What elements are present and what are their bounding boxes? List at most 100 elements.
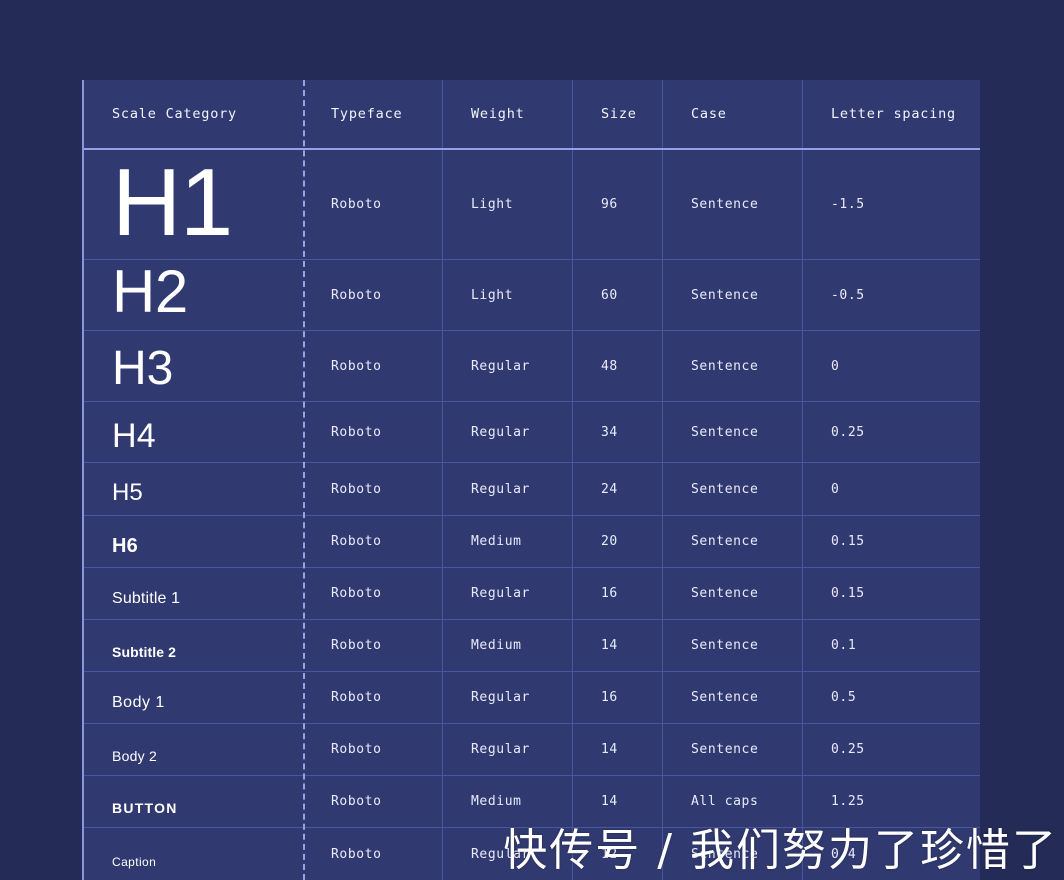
cell-letter-spacing: -0.5 [803,260,980,330]
cell-case: Sentence [663,568,803,619]
cell-case: Sentence [663,620,803,671]
cell-weight: Light [443,150,573,259]
cell-value: 12 [601,846,618,862]
cell-value: Roboto [331,638,382,653]
table-row: BUTTON Roboto Medium 14 All caps 1.25 [84,776,980,828]
cell-value: Sentence [691,534,759,549]
scale-sample-cell: H5 [84,463,303,515]
cell-value: 0.1 [831,638,857,653]
scale-sample-text: H4 [112,417,156,455]
cell-value: Sentence [691,586,759,601]
cell-size: 14 [573,724,663,775]
cell-letter-spacing: 1.25 [803,776,980,827]
cell-value: 60 [601,287,618,303]
column-header-typeface: Typeface [303,80,443,148]
scale-sample-text: H5 [112,479,143,506]
scale-sample-cell: H2 [84,260,303,330]
table-row: Caption Roboto Regular 12 Sentence 0.4 [84,828,980,880]
scale-sample-cell: H6 [84,516,303,567]
cell-letter-spacing: 0.5 [803,672,980,723]
cell-letter-spacing: 0.15 [803,568,980,619]
column-header-scale-category: Scale Category [84,80,303,148]
cell-size: 14 [573,620,663,671]
cell-value: Roboto [331,424,382,440]
cell-value: All caps [691,794,759,809]
cell-typeface: Roboto [303,516,443,567]
cell-size: 48 [573,331,663,401]
cell-weight: Regular [443,568,573,619]
cell-value: 1.25 [831,794,865,809]
scale-sample-cell: Subtitle 1 [84,568,303,619]
cell-letter-spacing: 0.25 [803,402,980,462]
scale-sample-cell: H4 [84,402,303,462]
cell-weight: Medium [443,620,573,671]
table-row: H5 Roboto Regular 24 Sentence 0 [84,463,980,516]
column-header-label: Typeface [331,106,403,122]
cell-size: 12 [573,828,663,880]
cell-value: -0.5 [831,287,865,303]
cell-weight: Regular [443,828,573,880]
column-header-label: Case [691,106,727,122]
cell-typeface: Roboto [303,331,443,401]
cell-value: Sentence [691,287,759,303]
cell-letter-spacing: 0.1 [803,620,980,671]
scale-sample-cell: BUTTON [84,776,303,827]
scale-sample-cell: Subtitle 2 [84,620,303,671]
scale-sample-text: H2 [112,260,188,325]
table-row: H3 Roboto Regular 48 Sentence 0 [84,331,980,402]
cell-value: Roboto [331,846,382,862]
cell-value: Roboto [331,586,382,601]
cell-value: 0.5 [831,690,857,705]
column-header-label: Size [601,106,637,122]
scale-sample-text: Body 2 [112,748,158,764]
type-scale-table: Scale Category Typeface Weight Size Case… [82,80,980,880]
cell-case: Sentence [663,331,803,401]
cell-value: 16 [601,586,618,601]
cell-value: Sentence [691,846,759,862]
cell-value: Sentence [691,742,759,757]
scale-sample-text: H3 [112,342,174,395]
cell-size: 14 [573,776,663,827]
column-header-label: Letter spacing [831,106,956,122]
cell-value: Roboto [331,534,382,549]
cell-letter-spacing: 0.25 [803,724,980,775]
cell-case: Sentence [663,402,803,462]
cell-value: Sentence [691,690,759,705]
scale-sample-text: BUTTON [112,800,178,816]
cell-value: Medium [471,534,522,549]
table-row: H6 Roboto Medium 20 Sentence 0.15 [84,516,980,568]
cell-value: 48 [601,358,618,374]
cell-weight: Medium [443,516,573,567]
cell-value: 14 [601,638,618,653]
cell-value: Sentence [691,424,759,440]
column-header-size: Size [573,80,663,148]
cell-letter-spacing: 0.15 [803,516,980,567]
cell-size: 34 [573,402,663,462]
scale-sample-text: H1 [112,150,233,256]
scale-sample-cell: H1 [84,150,303,259]
cell-case: Sentence [663,724,803,775]
cell-letter-spacing: -1.5 [803,150,980,259]
cell-value: Sentence [691,358,759,374]
cell-typeface: Roboto [303,402,443,462]
cell-value: Roboto [331,287,382,303]
cell-value: Sentence [691,638,759,653]
cell-weight: Regular [443,402,573,462]
cell-size: 16 [573,672,663,723]
column-header-case: Case [663,80,803,148]
cell-case: Sentence [663,828,803,880]
cell-typeface: Roboto [303,828,443,880]
column-header-label: Weight [471,106,525,122]
cell-weight: Regular [443,672,573,723]
cell-value: 20 [601,534,618,549]
cell-value: Roboto [331,481,382,497]
scale-sample-text: Caption [112,855,157,869]
scale-sample-cell: H3 [84,331,303,401]
cell-value: Regular [471,586,530,601]
cell-value: -1.5 [831,197,865,212]
cell-value: 14 [601,794,618,809]
scale-sample-cell: Body 1 [84,672,303,723]
cell-value: 0 [831,481,840,497]
cell-value: Roboto [331,197,382,212]
cell-case: Sentence [663,672,803,723]
